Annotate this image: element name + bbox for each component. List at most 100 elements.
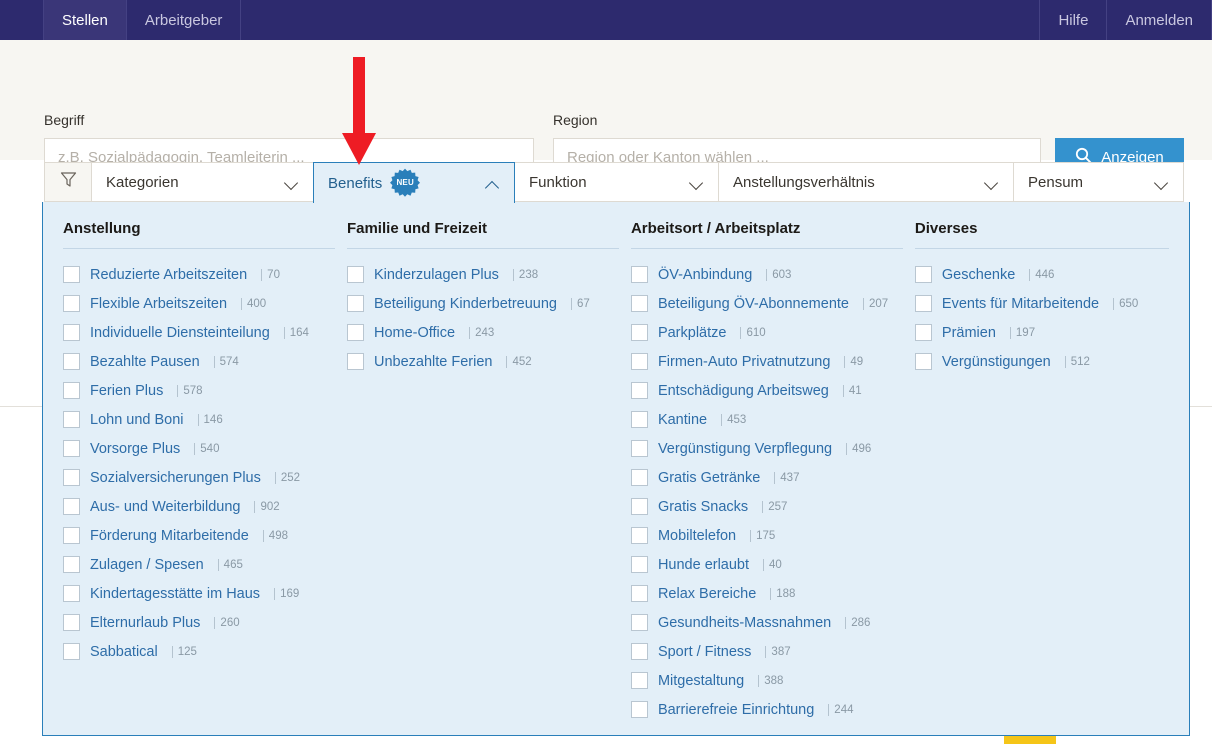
benefit-checkbox[interactable] xyxy=(914,353,932,370)
benefit-checkbox[interactable] xyxy=(346,266,364,283)
filter-dropdown-funktion[interactable]: Funktion xyxy=(515,163,719,201)
benefit-option-row[interactable]: Mitgestaltung 388 xyxy=(630,666,903,695)
benefit-option-row[interactable]: ÖV-Anbindung 603 xyxy=(630,260,903,289)
benefit-checkbox[interactable] xyxy=(63,353,80,370)
benefit-option-label: Unbezahlte Ferien xyxy=(373,353,493,370)
filter-label-group: Benefits NEU xyxy=(328,168,421,198)
benefit-checkbox[interactable] xyxy=(63,295,80,312)
benefit-option-row[interactable]: Zulagen / Spesen 465 xyxy=(63,550,335,579)
benefit-option-row[interactable]: Ferien Plus 578 xyxy=(63,376,335,405)
benefit-option-row[interactable]: Home-Office 243 xyxy=(346,318,619,347)
nav-tab-stellen[interactable]: Stellen xyxy=(43,0,127,40)
benefit-checkbox[interactable] xyxy=(630,556,648,573)
benefit-option-row[interactable]: Kantine 453 xyxy=(630,405,903,434)
benefit-option-row[interactable]: Sozialversicherungen Plus 252 xyxy=(63,463,335,492)
benefit-option-row[interactable]: Geschenke 446 xyxy=(914,260,1169,289)
benefit-option-row[interactable]: Kinderzulagen Plus 238 xyxy=(346,260,619,289)
benefit-option-row[interactable]: Barrierefreie Einrichtung 244 xyxy=(630,695,903,724)
filter-dropdown-kategorien[interactable]: Kategorien xyxy=(92,163,314,201)
benefit-checkbox[interactable] xyxy=(630,585,648,602)
benefit-option-row[interactable]: Elternurlaub Plus 260 xyxy=(63,608,335,637)
benefit-checkbox[interactable] xyxy=(630,324,648,341)
benefit-checkbox[interactable] xyxy=(630,440,648,457)
benefit-option-row[interactable]: Aus- und Weiterbildung 902 xyxy=(63,492,335,521)
nav-tab-anmelden[interactable]: Anmelden xyxy=(1106,0,1212,40)
benefit-option-row[interactable]: Hunde erlaubt 40 xyxy=(630,550,903,579)
benefit-checkbox[interactable] xyxy=(630,643,648,660)
benefit-checkbox[interactable] xyxy=(63,469,80,486)
benefit-option-row[interactable]: Vergünstigungen 512 xyxy=(914,347,1169,376)
benefit-option-row[interactable]: Firmen-Auto Privatnutzung 49 xyxy=(630,347,903,376)
benefit-checkbox[interactable] xyxy=(630,614,648,631)
benefit-checkbox[interactable] xyxy=(914,266,932,283)
benefit-option-row[interactable]: Unbezahlte Ferien 452 xyxy=(346,347,619,376)
benefit-checkbox[interactable] xyxy=(630,527,648,544)
benefit-option-row[interactable]: Beteiligung Kinderbetreuung 67 xyxy=(346,289,619,318)
benefit-option-row[interactable]: Gratis Getränke 437 xyxy=(630,463,903,492)
benefit-checkbox[interactable] xyxy=(63,585,80,602)
benefit-option-row[interactable]: Parkplätze 610 xyxy=(630,318,903,347)
benefit-checkbox[interactable] xyxy=(346,324,364,341)
benefit-option-row[interactable]: Flexible Arbeitszeiten 400 xyxy=(63,289,335,318)
benefit-option-row[interactable]: Vorsorge Plus 540 xyxy=(63,434,335,463)
benefit-checkbox[interactable] xyxy=(914,295,932,312)
benefit-checkbox[interactable] xyxy=(63,440,80,457)
benefit-checkbox[interactable] xyxy=(63,324,80,341)
benefit-checkbox[interactable] xyxy=(914,324,932,341)
benefit-option-row[interactable]: Vergünstigung Verpflegung 496 xyxy=(630,434,903,463)
benefit-checkbox[interactable] xyxy=(630,266,648,283)
benefit-option-row[interactable]: Förderung Mitarbeitende 498 xyxy=(63,521,335,550)
nav-tab-label: Arbeitgeber xyxy=(144,11,223,29)
benefit-checkbox[interactable] xyxy=(346,295,364,312)
benefit-option-row[interactable]: Sport / Fitness 387 xyxy=(630,637,903,666)
benefit-checkbox[interactable] xyxy=(63,498,80,515)
filter-dropdown-pensum[interactable]: Pensum xyxy=(1014,163,1183,201)
benefit-checkbox[interactable] xyxy=(630,382,648,399)
benefit-checkbox[interactable] xyxy=(630,469,648,486)
benefit-option-row[interactable]: Prämien 197 xyxy=(914,318,1169,347)
benefit-checkbox[interactable] xyxy=(630,295,648,312)
benefit-checkbox[interactable] xyxy=(630,701,648,718)
benefit-option-row[interactable]: Beteiligung ÖV-Abonnemente 207 xyxy=(630,289,903,318)
benefit-checkbox[interactable] xyxy=(630,411,648,428)
benefit-option-label: Elternurlaub Plus xyxy=(90,614,201,631)
column-divider xyxy=(630,248,903,249)
benefit-checkbox[interactable] xyxy=(63,382,80,399)
benefit-option-count: 446 xyxy=(1029,268,1054,281)
benefit-checkbox[interactable] xyxy=(630,353,648,370)
benefit-option-row[interactable]: Gratis Snacks 257 xyxy=(630,492,903,521)
nav-tab-label: Stellen xyxy=(62,11,108,29)
benefit-checkbox[interactable] xyxy=(63,411,80,428)
benefit-option-row[interactable]: Individuelle Diensteinteilung 164 xyxy=(63,318,335,347)
nav-tab-arbeitgeber[interactable]: Arbeitgeber xyxy=(125,0,242,40)
benefit-option-count: 243 xyxy=(469,326,494,339)
nav-tab-hilfe[interactable]: Hilfe xyxy=(1039,0,1108,40)
benefits-column: Anstellung Reduzierte Arbeitszeiten 70 Flex… xyxy=(57,220,341,735)
benefit-checkbox[interactable] xyxy=(630,498,648,515)
benefit-checkbox[interactable] xyxy=(63,643,80,660)
benefit-option-row[interactable]: Events für Mitarbeitende 650 xyxy=(914,289,1169,318)
filter-dropdown-anstellungsverhaeltnis[interactable]: Anstellungsverhältnis xyxy=(719,163,1014,201)
benefit-checkbox[interactable] xyxy=(346,353,364,370)
benefit-checkbox[interactable] xyxy=(63,556,80,573)
benefit-option-row[interactable]: Mobiltelefon 175 xyxy=(630,521,903,550)
benefits-column-title: Anstellung xyxy=(63,220,141,237)
benefit-option-row[interactable]: Bezahlte Pausen 574 xyxy=(63,347,335,376)
benefit-option-count: 257 xyxy=(762,500,787,513)
benefit-option-row[interactable]: Sabbatical 125 xyxy=(63,637,335,666)
column-divider xyxy=(346,248,619,249)
benefit-checkbox[interactable] xyxy=(63,266,80,283)
benefit-option-row[interactable]: Gesundheits-Massnahmen 286 xyxy=(630,608,903,637)
benefit-option-row[interactable]: Entschädigung Arbeitsweg 41 xyxy=(630,376,903,405)
filter-funnel-button[interactable] xyxy=(45,163,92,201)
benefit-checkbox[interactable] xyxy=(63,614,80,631)
benefit-checkbox[interactable] xyxy=(63,527,80,544)
benefit-option-label: Kinderzulagen Plus xyxy=(373,266,499,283)
benefit-checkbox[interactable] xyxy=(630,672,648,689)
filter-dropdown-benefits[interactable]: Benefits NEU xyxy=(313,162,515,203)
benefits-dropdown-panel: Anstellung Reduzierte Arbeitszeiten 70 Flex… xyxy=(42,202,1190,736)
benefit-option-row[interactable]: Lohn und Boni 146 xyxy=(63,405,335,434)
benefit-option-row[interactable]: Relax Bereiche 188 xyxy=(630,579,903,608)
benefit-option-row[interactable]: Kindertagesstätte im Haus 169 xyxy=(63,579,335,608)
benefit-option-row[interactable]: Reduzierte Arbeitszeiten 70 xyxy=(63,260,335,289)
